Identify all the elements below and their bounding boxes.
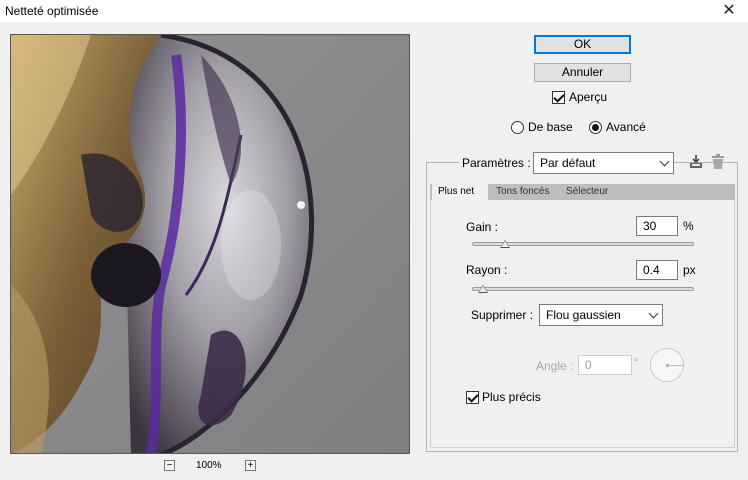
chevron-down-icon [659,156,670,167]
save-preset-icon[interactable] [688,154,704,173]
rayon-label: Rayon : [466,263,508,277]
zoom-level: 100% [196,460,222,471]
supprimer-select[interactable]: Flou gaussien [539,304,663,326]
angle-label: Angle : [536,359,574,373]
params-value: Par défaut [540,156,596,170]
zoom-bar: − 100% + [10,458,410,474]
tab-tons-fonces[interactable]: Tons foncés [490,184,558,200]
gain-slider-thumb[interactable] [500,240,511,248]
advanced-radio[interactable] [589,121,602,134]
title-bar: Netteté optimisée ✕ [0,0,748,22]
tab-plus-net[interactable]: Plus net [432,184,488,200]
basic-label: De base [528,120,573,134]
rayon-unit: px [683,263,696,277]
close-icon[interactable]: ✕ [719,1,739,21]
precise-label: Plus précis [482,390,541,404]
ok-button[interactable]: OK [534,35,631,54]
params-label: Paramètres : [459,156,534,170]
angle-unit: ° [634,355,639,369]
zoom-in-button[interactable]: + [245,460,256,471]
zoom-out-button[interactable]: − [164,460,175,471]
apercu-checkbox[interactable] [552,91,565,104]
rayon-input[interactable]: 0.4 [636,260,678,280]
angle-input: 0 [578,355,632,375]
tab-selecteur[interactable]: Sélecteur [560,184,620,200]
params-select[interactable]: Par défaut [533,152,674,174]
window-title: Netteté optimisée [5,4,99,18]
angle-dial [650,348,684,382]
supprimer-label: Supprimer : [471,308,534,322]
rayon-slider-track[interactable] [472,287,694,291]
cancel-button[interactable]: Annuler [534,63,631,82]
chevron-down-icon [648,308,659,319]
precise-checkbox[interactable] [466,391,479,404]
trash-icon[interactable] [711,154,725,173]
gain-input[interactable]: 30 [636,216,678,236]
basic-radio[interactable] [511,121,524,134]
apercu-label: Aperçu [569,90,608,104]
gain-label: Gain : [466,220,499,234]
rayon-slider-thumb[interactable] [478,285,489,293]
supprimer-value: Flou gaussien [546,308,621,322]
tab-strip: Plus net Tons foncés Sélecteur [430,184,735,200]
gain-unit: % [683,219,694,233]
preview-image[interactable] [10,34,410,454]
advanced-label: Avancé [606,120,646,134]
